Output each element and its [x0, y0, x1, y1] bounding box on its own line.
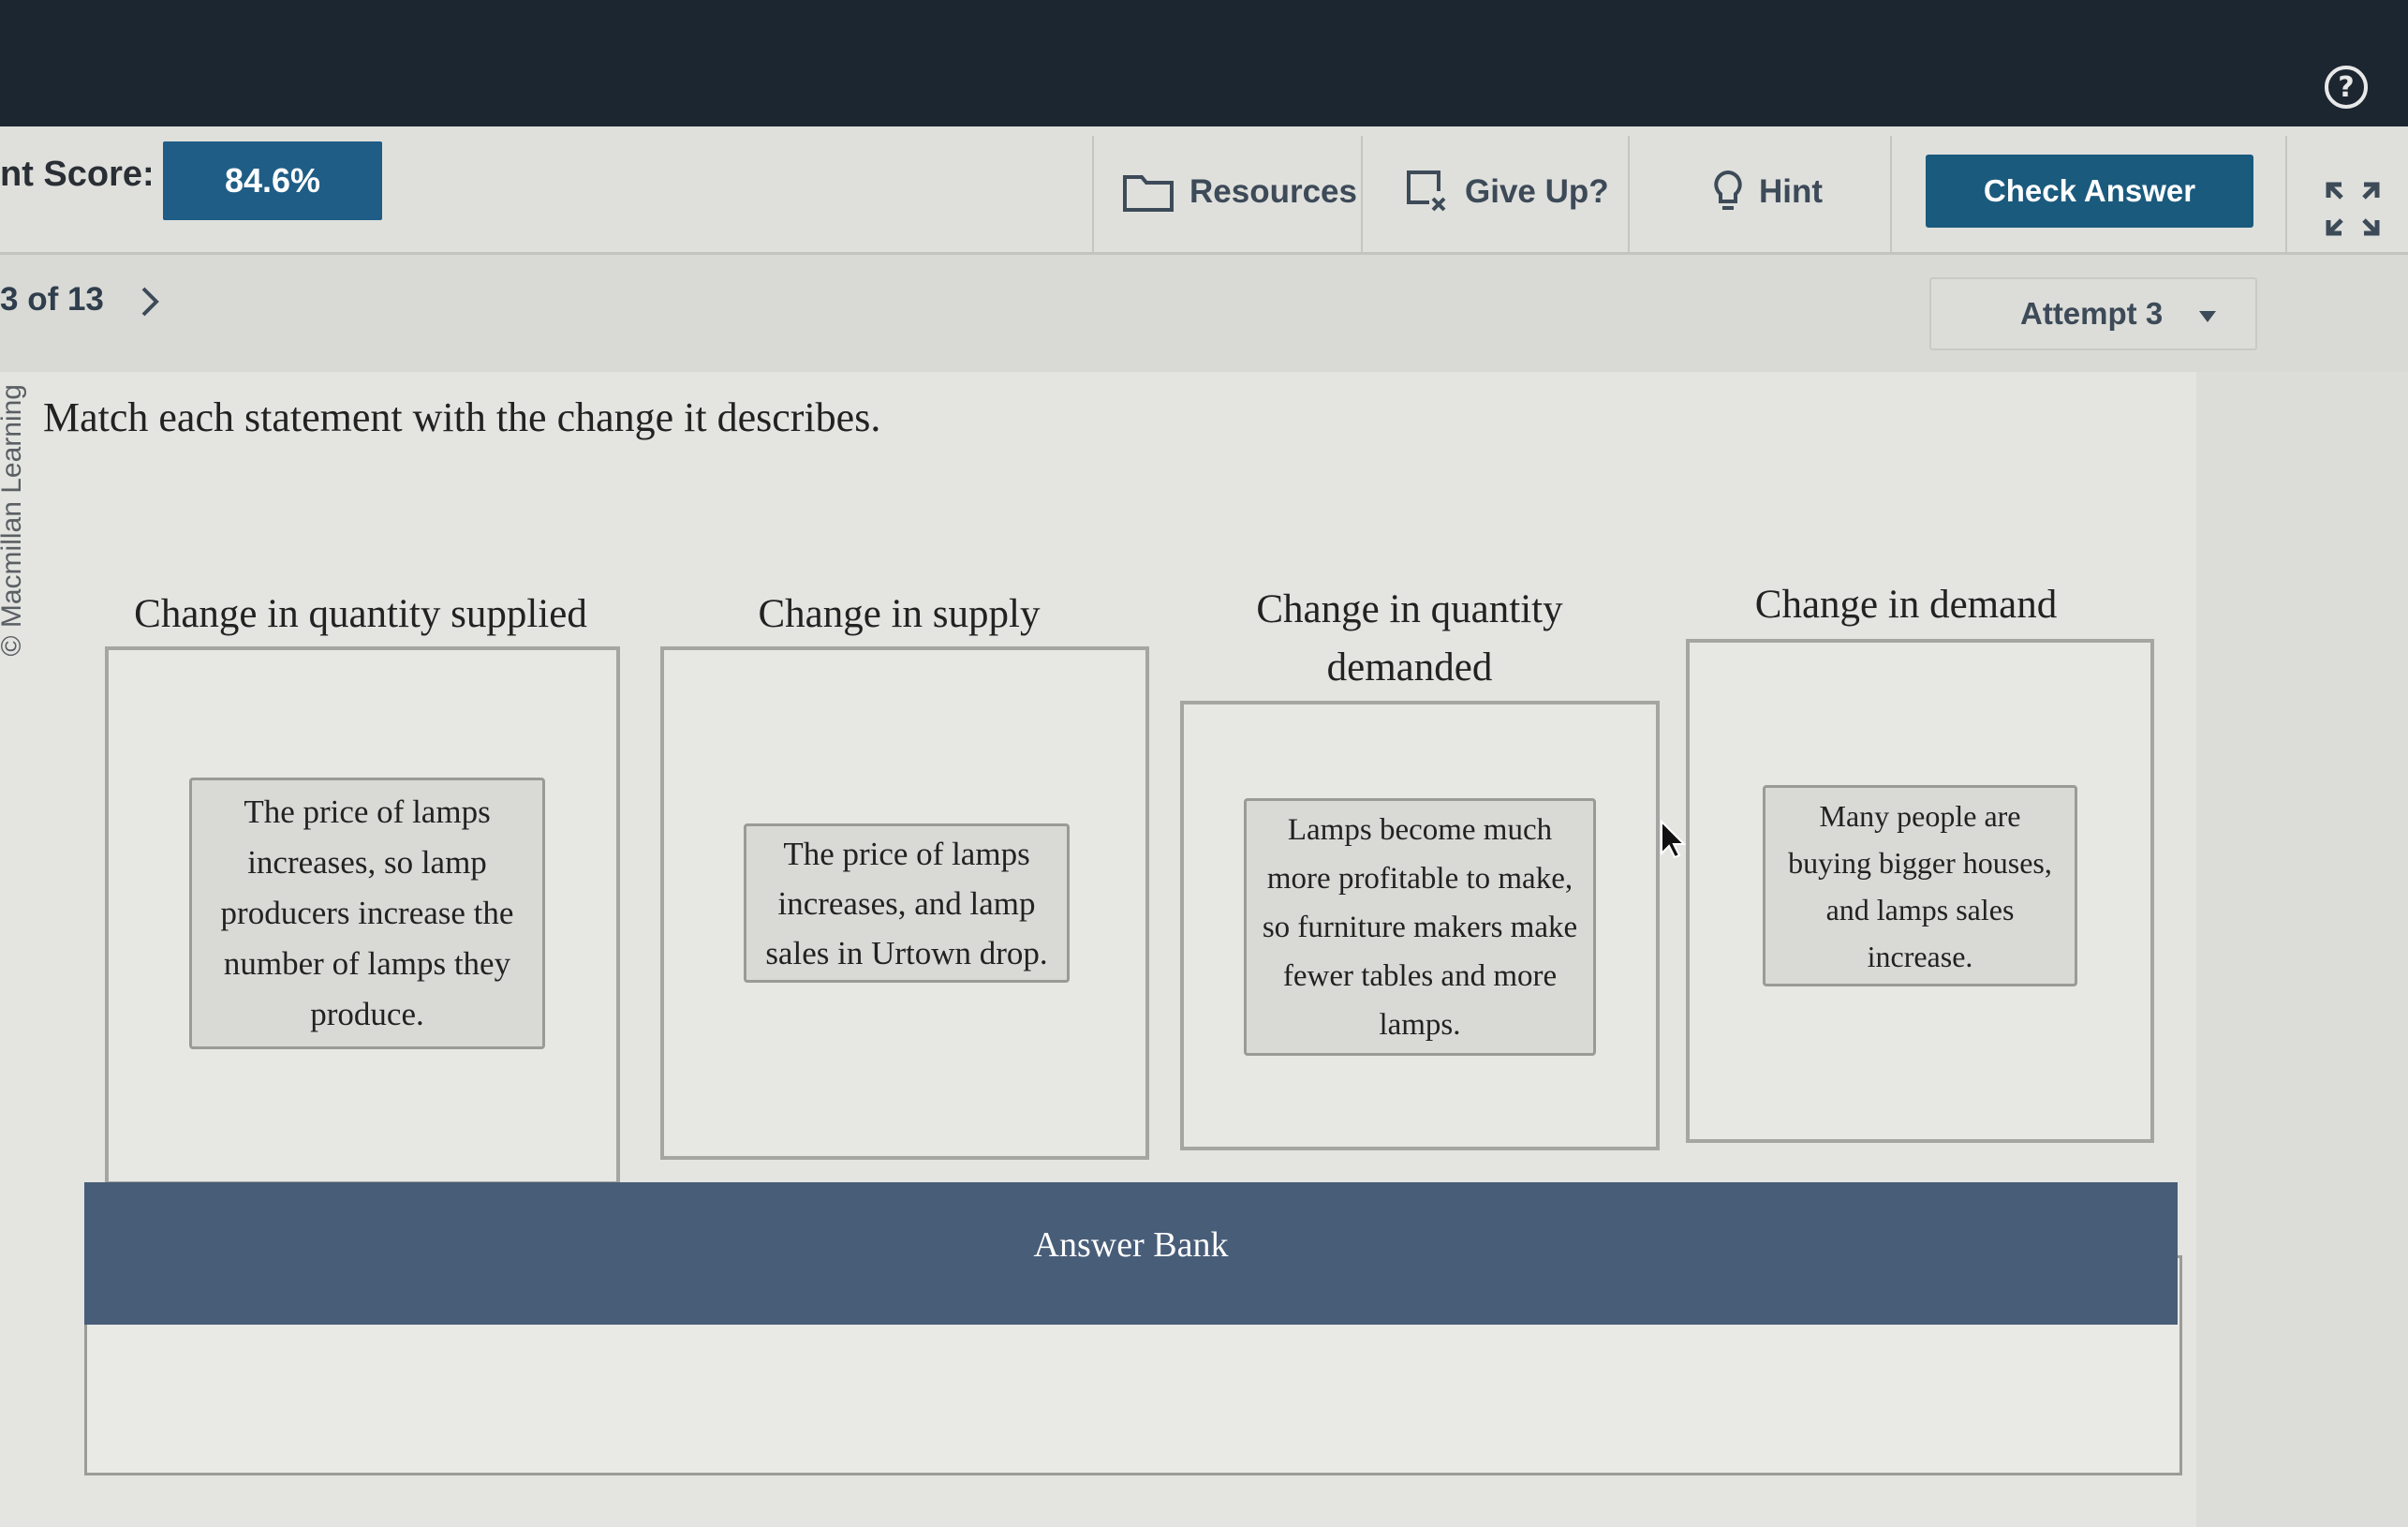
- answer-card[interactable]: Lamps become much more profitable to mak…: [1244, 798, 1596, 1056]
- answer-bank-header: Answer Bank: [84, 1182, 2178, 1325]
- category-title-supply: Change in supply: [758, 592, 1041, 636]
- answer-bank-title: Answer Bank: [1033, 1225, 1229, 1265]
- expand-icon[interactable]: [2325, 181, 2381, 237]
- drop-zone-quantity-demanded[interactable]: Lamps become much more profitable to mak…: [1180, 701, 1660, 1150]
- drop-zone-quantity-supplied[interactable]: The price of lamps increases, so lamp pr…: [105, 646, 620, 1185]
- toolbar-divider: [1890, 136, 1892, 253]
- give-up-icon: [1407, 170, 1446, 212]
- mouse-cursor-icon: [1661, 820, 1687, 859]
- answer-card-text: Many people are buying bigger houses, an…: [1788, 798, 2052, 973]
- toolbar-divider: [1092, 136, 1094, 253]
- category-title-demand: Change in demand: [1754, 583, 2058, 627]
- toolbar: nt Score: 84.6% Resources Give Up? Hint …: [0, 126, 2408, 255]
- top-bar: ?: [0, 0, 2408, 126]
- category-title-quantity-supplied: Change in quantity supplied: [134, 592, 587, 636]
- copyright-text: © Macmillan Learning: [0, 384, 27, 657]
- folder-icon: [1123, 175, 1174, 212]
- chevron-right-icon[interactable]: [139, 285, 163, 319]
- toolbar-divider: [1628, 136, 1630, 253]
- answer-card[interactable]: The price of lamps increases, so lamp pr…: [189, 778, 545, 1049]
- category-title-quantity-demanded: Change in quantity demanded: [1256, 587, 1563, 689]
- help-icon[interactable]: ?: [2325, 66, 2368, 109]
- drop-zone-supply[interactable]: The price of lamps increases, and lamp s…: [660, 646, 1149, 1160]
- answer-card-text: The price of lamps increases, and lamp s…: [765, 835, 1048, 971]
- answer-card-text: The price of lamps increases, so lamp pr…: [220, 793, 514, 1032]
- score-label: nt Score:: [0, 155, 155, 194]
- drop-zone-demand[interactable]: Many people are buying bigger houses, an…: [1686, 639, 2154, 1143]
- resources-button[interactable]: Resources: [1122, 164, 1357, 220]
- page-count: 3 of 13: [0, 281, 104, 318]
- give-up-label: Give Up?: [1465, 173, 1609, 210]
- right-gutter: [2196, 372, 2408, 1527]
- hint-button[interactable]: Hint: [1712, 164, 1823, 220]
- caret-down-icon: [2199, 311, 2216, 322]
- answer-card[interactable]: Many people are buying bigger houses, an…: [1763, 785, 2077, 986]
- give-up-button[interactable]: Give Up?: [1405, 164, 1609, 220]
- resources-label: Resources: [1189, 173, 1357, 210]
- attempt-dropdown[interactable]: Attempt 3: [1929, 277, 2257, 350]
- check-answer-button[interactable]: Check Answer: [1926, 155, 2253, 228]
- answer-card[interactable]: The price of lamps increases, and lamp s…: [744, 823, 1070, 983]
- attempt-label: Attempt 3: [2020, 296, 2164, 331]
- question-instruction: Match each statement with the change it …: [43, 394, 881, 440]
- toolbar-divider: [2285, 136, 2287, 253]
- score-badge: 84.6%: [163, 141, 382, 220]
- lightbulb-icon: [1714, 170, 1742, 210]
- answer-card-text: Lamps become much more profitable to mak…: [1262, 812, 1578, 1042]
- hint-label: Hint: [1759, 173, 1824, 210]
- toolbar-divider: [1361, 136, 1363, 253]
- question-nav: 3 of 13 Attempt 3: [0, 255, 2408, 372]
